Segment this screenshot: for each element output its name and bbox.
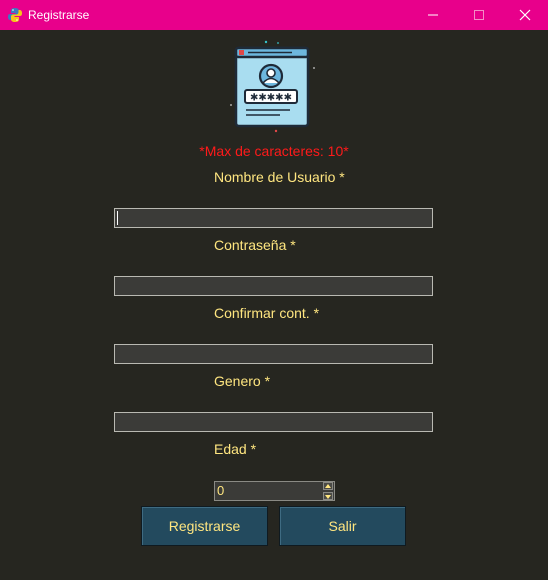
- username-field[interactable]: [114, 208, 433, 228]
- gender-label: Genero *: [214, 373, 271, 389]
- gender-input[interactable]: [115, 413, 432, 431]
- gender-field[interactable]: [114, 412, 433, 432]
- spin-up-arrow-icon[interactable]: [323, 482, 333, 490]
- confirm-password-label: Confirmar cont. *: [214, 305, 320, 321]
- age-spinbox[interactable]: 0: [214, 481, 335, 501]
- python-icon: [8, 8, 22, 22]
- username-label: Nombre de Usuario *: [214, 169, 345, 185]
- svg-text:✱✱✱✱✱: ✱✱✱✱✱: [250, 93, 292, 104]
- password-label: Contraseña *: [214, 237, 296, 253]
- username-input[interactable]: [115, 209, 432, 227]
- close-button[interactable]: [502, 0, 548, 30]
- close-icon: [519, 9, 531, 21]
- max-characters-note: *Max de caracteres: 10*: [199, 143, 349, 159]
- password-field[interactable]: [114, 276, 433, 296]
- minimize-icon: [428, 14, 438, 16]
- confirm-password-input[interactable]: [115, 345, 432, 363]
- maximize-icon: [474, 10, 484, 20]
- spin-down-arrow-icon[interactable]: [323, 492, 333, 500]
- title-bar[interactable]: Registrarse: [0, 0, 548, 30]
- user-profile-password-icon: ✱✱✱✱✱: [230, 40, 315, 133]
- maximize-button[interactable]: [456, 0, 502, 30]
- minimize-button[interactable]: [410, 0, 456, 30]
- password-input[interactable]: [115, 277, 432, 295]
- register-button[interactable]: Registrarse: [141, 506, 268, 546]
- exit-button[interactable]: Salir: [279, 506, 406, 546]
- confirm-password-field[interactable]: [114, 344, 433, 364]
- age-label: Edad *: [214, 441, 257, 457]
- age-value[interactable]: 0: [217, 483, 224, 498]
- window-title: Registrarse: [28, 8, 90, 22]
- text-caret: [117, 211, 118, 225]
